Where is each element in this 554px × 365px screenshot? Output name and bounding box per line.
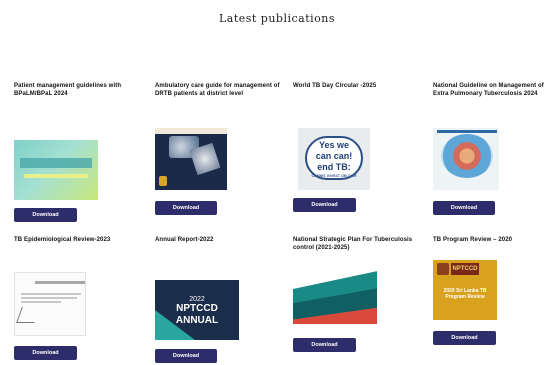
publication-card: Patient management guidelines with BPaLM…	[14, 82, 144, 100]
cover-text: COMMIT. INVEST. DELIVER	[311, 174, 357, 178]
publication-cover-image[interactable]: 2022 NPTCCD ANNUAL	[155, 280, 239, 340]
publication-card: TB Epidemiological Review-2023	[14, 236, 144, 254]
publication-card: Ambulatory care guide for management of …	[155, 82, 285, 100]
download-button[interactable]: Download	[14, 208, 77, 222]
publication-cover-image[interactable]	[293, 266, 377, 324]
publication-cover-image[interactable]: NPTCCD 2020 Sri Lanka TB Program Review	[433, 260, 497, 320]
cover-text: Yes we	[318, 140, 350, 150]
publication-card: Annual Report-2022	[155, 236, 285, 254]
publication-title: TB Epidemiological Review-2023	[14, 237, 111, 243]
download-button[interactable]: Download	[293, 198, 356, 212]
publication-cover-image[interactable]: Yes we can can! end TB: COMMIT. INVEST. …	[298, 128, 370, 190]
publication-card: TB Program Review – 2020	[433, 236, 554, 254]
publication-title: Ambulatory care guide for management of …	[155, 83, 280, 97]
cover-badge: NPTCCD	[451, 263, 479, 275]
download-button[interactable]: Download	[14, 346, 77, 360]
crest-icon	[437, 263, 449, 275]
publication-cover-image[interactable]	[433, 128, 499, 190]
publication-cover-image[interactable]	[14, 140, 98, 200]
publication-title: World TB Day Circular -2025	[293, 83, 377, 89]
page-title: Latest publications	[218, 12, 336, 25]
download-button[interactable]: Download	[293, 338, 356, 352]
cover-text: can can!	[315, 151, 353, 161]
cover-text: ANNUAL	[175, 315, 219, 326]
cover-text: end TB:	[317, 162, 351, 172]
publication-title: Annual Report-2022	[155, 237, 214, 243]
publication-title: National Strategic Plan For Tuberculosis…	[293, 237, 413, 251]
cover-text: 2020 Sri Lanka TB Program Review	[443, 288, 487, 300]
publication-title: Patient management guidelines with BPaLM…	[14, 83, 122, 97]
publication-cover-image[interactable]	[155, 128, 227, 190]
publication-cover-image[interactable]	[14, 272, 86, 336]
publication-card: National Guideline on Management of Extr…	[433, 82, 553, 108]
publication-title: TB Program Review – 2020	[433, 237, 513, 243]
publication-card: World TB Day Circular -2025	[293, 82, 423, 100]
publication-card: National Strategic Plan For Tuberculosis…	[293, 236, 423, 254]
download-button[interactable]: Download	[433, 331, 496, 345]
download-button[interactable]: Download	[155, 201, 217, 215]
download-button[interactable]: Download	[433, 201, 495, 215]
publication-title: National Guideline on Management of Extr…	[433, 83, 544, 97]
cover-text: NPTCCD	[176, 303, 218, 314]
download-button[interactable]: Download	[155, 349, 217, 363]
cover-text: 2022	[189, 296, 205, 303]
